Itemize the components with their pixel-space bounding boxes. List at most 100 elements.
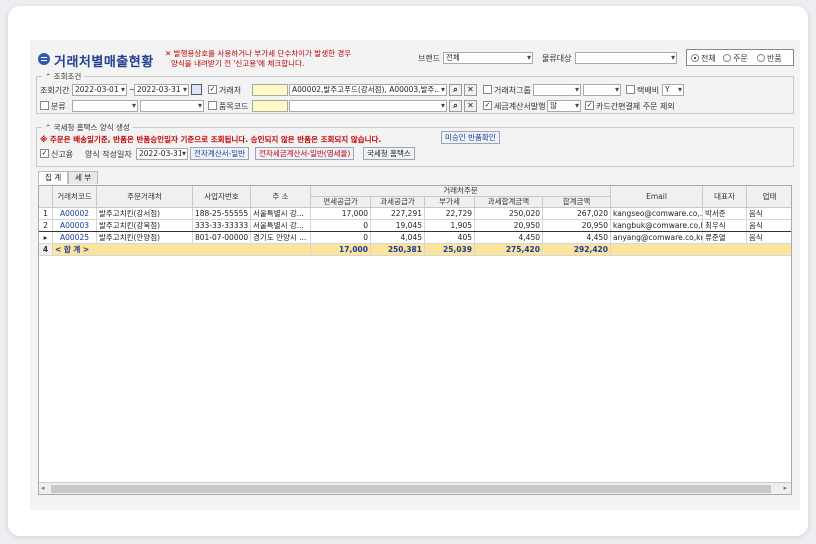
unapproved-return-button[interactable]: 미승인 반품확인: [441, 131, 500, 144]
client-group-checkbox[interactable]: [483, 85, 492, 94]
col-tax-sum[interactable]: 과세합계금액: [475, 197, 543, 208]
tax-invoice-select[interactable]: 않: [547, 100, 581, 112]
radio-all[interactable]: [691, 54, 699, 62]
summary-taxable: 250,381: [371, 244, 425, 256]
client-search-icon[interactable]: ⌕: [449, 84, 462, 96]
col-vat[interactable]: 부가세: [425, 197, 475, 208]
tab-detail[interactable]: 세 부: [68, 171, 99, 184]
horizontal-scrollbar[interactable]: ◂ ▸: [39, 482, 791, 494]
col-email[interactable]: Email: [611, 186, 703, 208]
col-total[interactable]: 합계금액: [543, 197, 611, 208]
cell-vat: 22,729: [425, 208, 475, 220]
report-checkbox[interactable]: ✓: [40, 149, 49, 158]
e-invoice-general-button[interactable]: 전자계산서-일반: [190, 147, 250, 160]
col-biz-type[interactable]: 업태: [747, 186, 791, 208]
tax-invoice-checkbox[interactable]: ✓: [483, 101, 492, 110]
radio-return-label: 반품: [767, 54, 782, 63]
summary-tax-free: 17,000: [311, 244, 371, 256]
cell-total: 20,950: [543, 220, 611, 232]
item-search-icon[interactable]: ⌕: [449, 100, 462, 112]
cell-code[interactable]: A00003: [53, 220, 97, 232]
scroll-thumb[interactable]: [51, 485, 771, 493]
date-from-input[interactable]: 2022-03-01: [72, 84, 127, 96]
category-select-1[interactable]: [72, 100, 138, 112]
summary-row-number: 4: [39, 244, 53, 256]
cell-tax-free: 0: [311, 220, 371, 232]
cell-email: kangseo@comware.co,...: [611, 208, 703, 220]
client-group-select-1[interactable]: [533, 84, 581, 96]
cell-address: 경기도 안양시 ...: [251, 232, 311, 244]
table-row-selected[interactable]: ▸ A00025 발주고치킨(안양점) 801-07-00000 경기도 안양시…: [39, 231, 791, 245]
result-grid: 거래처코드 주문거래처 사업자번호 주 소 거래처주문 면세공급가 과세공급가 …: [38, 185, 792, 495]
calendar-icon[interactable]: [191, 84, 202, 95]
cell-biz-no: 333-33-33333: [193, 220, 251, 232]
brand-select[interactable]: 전체: [443, 52, 533, 64]
warning-line-2: 양식을 내려받기 전 '신고용'에 체크합니다.: [171, 59, 305, 68]
cell-rep: 최우식: [703, 220, 747, 232]
item-code-checkbox[interactable]: [208, 101, 217, 110]
scroll-left-icon[interactable]: ◂: [41, 484, 45, 492]
category-select-2[interactable]: [140, 100, 204, 112]
client-select[interactable]: A00002,발주고푸드(강서점), A00003,발주...: [289, 84, 447, 96]
cell-taxable: 227,291: [371, 208, 425, 220]
collect-value: Y: [665, 85, 670, 94]
radio-return[interactable]: [757, 54, 765, 62]
col-tax-free[interactable]: 면세공급가: [311, 197, 371, 208]
type-radio-group: 전체 주문 반품: [686, 49, 794, 66]
col-address[interactable]: 주 소: [251, 186, 311, 208]
collect-label: 택배비: [637, 86, 660, 95]
client-label: 거래처: [219, 86, 242, 95]
e-tax-invoice-button[interactable]: 전자세금계산서-일반(영세율): [255, 147, 355, 160]
cell-email: kangbuk@comware.co,kr: [611, 220, 703, 232]
cell-taxable: 19,045: [371, 220, 425, 232]
collect-checkbox[interactable]: [626, 85, 635, 94]
client-group-label: 거래처그룹: [494, 86, 531, 95]
client-value: A00002,발주고푸드(강서점), A00003,발주...: [292, 85, 442, 94]
col-taxable[interactable]: 과세공급가: [371, 197, 425, 208]
collect-select[interactable]: Y: [662, 84, 684, 96]
cell-client: 발주고치킨(강북점): [97, 220, 193, 232]
col-biz-no[interactable]: 사업자번호: [193, 186, 251, 208]
col-client[interactable]: 주문거래처: [97, 186, 193, 208]
form-date-input[interactable]: 2022-03-31: [136, 148, 188, 160]
tax-invoice-value: 않: [550, 101, 557, 110]
hometax-notice: ※ 주문은 배송일기준, 반품은 반품승인일자 기준으로 조회됩니다. 승인되지…: [40, 135, 382, 144]
warning-line-1: 발행용상호를 사용하거나 부가세 단수차이가 발생한 경우: [173, 49, 352, 58]
brand-value: 전체: [446, 53, 460, 62]
col-rep[interactable]: 대표자: [703, 186, 747, 208]
cell-code[interactable]: A00002: [53, 208, 97, 220]
radio-order[interactable]: [723, 54, 731, 62]
date-to-input[interactable]: 2022-03-31: [134, 84, 189, 96]
report-label: 신고용: [51, 150, 74, 159]
row-pointer-icon: ▸: [39, 232, 53, 244]
menu-list-icon: [38, 53, 50, 65]
hometax-group-title-text: 국세청 홈택스 양식 생성: [53, 123, 130, 132]
hometax-group-title: ⌃ 국세청 홈택스 양식 생성: [42, 122, 133, 133]
col-code[interactable]: 거래처코드: [53, 186, 97, 208]
cell-address: 서울특별시 강...: [251, 208, 311, 220]
client-code-input[interactable]: [252, 84, 288, 96]
cell-vat: 405: [425, 232, 475, 244]
tab-summary[interactable]: 집 계: [38, 171, 69, 184]
col-group-orders: 거래처주문: [311, 186, 611, 197]
client-checkbox[interactable]: ✓: [208, 85, 217, 94]
cell-address: 서울특별시 강...: [251, 220, 311, 232]
logistics-select[interactable]: [575, 52, 677, 64]
category-checkbox[interactable]: [40, 101, 49, 110]
report-window: 거래처별매출현황 ✕ 발행용상호를 사용하거나 부가세 단수차이가 발생한 경우…: [30, 40, 800, 510]
cell-biz-no: 188-25-55555: [193, 208, 251, 220]
item-clear-icon[interactable]: ✕: [464, 100, 477, 112]
form-date-label: 양식 작성일자: [85, 150, 132, 159]
category-label: 분류: [51, 102, 66, 111]
card-exclude-checkbox[interactable]: ✓: [585, 101, 594, 110]
cell-code[interactable]: A00025: [53, 232, 97, 244]
summary-empty: [611, 244, 791, 256]
cell-tax-free: 0: [311, 232, 371, 244]
scroll-right-icon[interactable]: ▸: [783, 484, 787, 492]
brand-label: 브랜드: [418, 54, 441, 63]
hometax-button[interactable]: 국세청 홈택스: [363, 147, 415, 160]
client-group-select-2[interactable]: [583, 84, 621, 96]
client-clear-icon[interactable]: ✕: [464, 84, 477, 96]
item-select[interactable]: [289, 100, 447, 112]
item-code-input[interactable]: [252, 100, 288, 112]
